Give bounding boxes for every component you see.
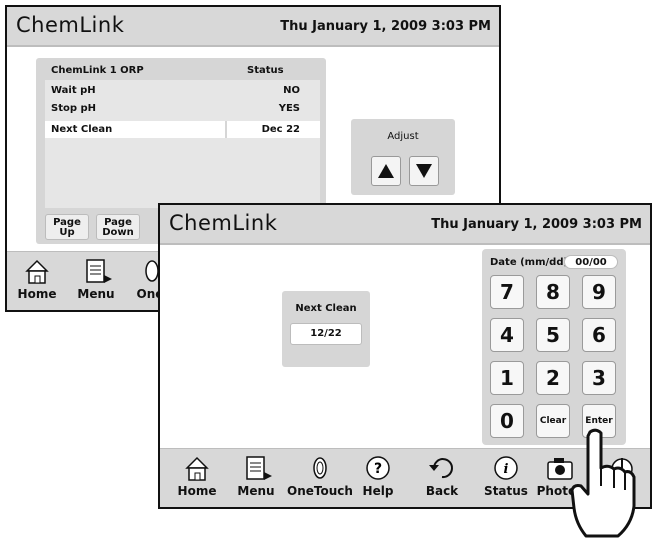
pointing-hand-icon — [570, 428, 636, 538]
nav-label: Help — [362, 484, 394, 498]
nav-status[interactable]: i Status — [478, 449, 534, 507]
nav-home[interactable]: Home — [9, 252, 65, 310]
row-label: Stop pH — [51, 103, 97, 114]
nav-label: Home — [177, 484, 217, 498]
info-icon: i — [494, 456, 518, 480]
datetime: Thu January 1, 2009 3:03 PM — [280, 19, 491, 34]
menu-icon — [246, 456, 272, 480]
arrow-up-icon — [378, 164, 394, 178]
menu-icon — [86, 259, 112, 283]
title-bar: ChemLink Thu January 1, 2009 3:03 PM — [160, 205, 650, 245]
onetouch-icon — [313, 457, 327, 479]
key-5[interactable]: 5 — [536, 318, 570, 352]
page-down-button[interactable]: Page Down — [96, 214, 140, 240]
row-label: Next Clean — [51, 124, 113, 135]
next-clean-panel: Next Clean 12/22 — [282, 291, 370, 367]
date-keypad: Date (mm/dd) 00/00 7 8 9 4 5 6 1 2 3 0 C… — [482, 249, 626, 445]
home-icon — [25, 259, 49, 284]
keypad-label: Date (mm/dd) — [490, 257, 569, 268]
nav-menu[interactable]: Menu — [68, 252, 124, 310]
datetime: Thu January 1, 2009 3:03 PM — [431, 217, 642, 232]
key-0[interactable]: 0 — [490, 404, 524, 438]
adjust-panel: Adjust — [351, 119, 455, 195]
nav-label: Menu — [77, 287, 115, 301]
column-header-status: Status — [247, 65, 284, 76]
column-header-name: ChemLink 1 ORP — [51, 65, 144, 76]
svg-text:?: ? — [374, 461, 382, 477]
list-body: Wait pH NO Stop pH YES Next Clean Dec 22 — [45, 80, 320, 208]
help-icon: ? — [366, 456, 390, 480]
nav-label: Back — [425, 484, 459, 498]
home-icon — [185, 456, 209, 481]
row-value: Dec 22 — [261, 124, 300, 135]
list-header: ChemLink 1 ORP Status — [36, 58, 326, 80]
key-7[interactable]: 7 — [490, 275, 524, 309]
key-6[interactable]: 6 — [582, 318, 616, 352]
nav-label: OneTouch — [287, 484, 353, 498]
nav-label: Home — [17, 287, 57, 301]
next-clean-value[interactable]: 12/22 — [290, 323, 362, 345]
adjust-down-button[interactable] — [409, 156, 439, 186]
nav-menu[interactable]: Menu — [228, 449, 284, 507]
key-4[interactable]: 4 — [490, 318, 524, 352]
key-9[interactable]: 9 — [582, 275, 616, 309]
adjust-up-button[interactable] — [371, 156, 401, 186]
app-title: ChemLink — [169, 211, 278, 235]
row-label: Wait pH — [51, 85, 96, 96]
date-entry-field[interactable]: 00/00 — [564, 255, 618, 269]
next-clean-label: Next Clean — [295, 303, 357, 314]
list-row-next-clean[interactable]: Next Clean Dec 22 — [45, 121, 320, 138]
nav-label: Menu — [237, 484, 275, 498]
list-row-stop-ph[interactable]: Stop pH YES — [45, 100, 320, 117]
nav-help[interactable]: ? Help — [350, 449, 406, 507]
nav-home[interactable]: Home — [169, 449, 225, 507]
app-title: ChemLink — [16, 13, 125, 37]
list-row-wait-ph[interactable]: Wait pH NO — [45, 82, 320, 99]
key-8[interactable]: 8 — [536, 275, 570, 309]
page-up-button[interactable]: Page Up — [45, 214, 89, 240]
row-value: NO — [283, 85, 300, 96]
back-icon — [429, 458, 453, 479]
arrow-down-icon — [416, 164, 432, 178]
nav-back[interactable]: Back — [414, 449, 470, 507]
svg-text:i: i — [504, 462, 509, 477]
clear-button[interactable]: Clear — [536, 404, 570, 438]
adjust-label: Adjust — [387, 131, 419, 142]
key-1[interactable]: 1 — [490, 361, 524, 395]
nav-label: Status — [484, 484, 528, 498]
key-2[interactable]: 2 — [536, 361, 570, 395]
key-3[interactable]: 3 — [582, 361, 616, 395]
title-bar: ChemLink Thu January 1, 2009 3:03 PM — [7, 7, 499, 47]
row-value: YES — [278, 103, 300, 114]
nav-onetouch[interactable]: OneTouch — [284, 449, 356, 507]
